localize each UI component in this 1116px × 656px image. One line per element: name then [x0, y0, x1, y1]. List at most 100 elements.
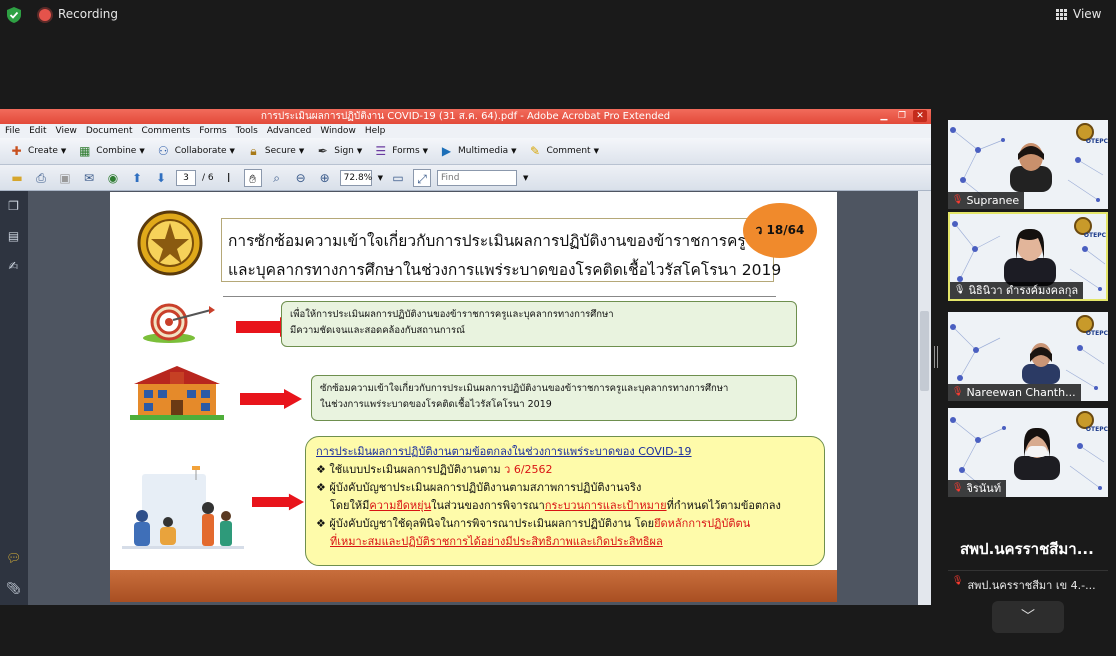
bullet-2: ❖ ผู้บังคับบัญชาประเมินผลการปฏิบัติงานตา… [316, 479, 814, 497]
minimize-icon[interactable]: ▁ [877, 110, 891, 122]
scrollbar-thumb[interactable] [920, 311, 929, 391]
open-folder-icon[interactable]: ▬ [8, 169, 26, 187]
bullet-1-text: ใช้แบบประเมินผลการปฏิบัติงานตาม [329, 463, 501, 476]
hand-tool-icon[interactable]: ✋︎ [243, 168, 262, 187]
menu-advanced[interactable]: Advanced [267, 124, 311, 138]
recording-dot-icon [39, 9, 51, 21]
scroll-down-button[interactable]: ﹀ [992, 601, 1064, 633]
shield-check-icon[interactable] [6, 6, 22, 24]
save-icon[interactable]: ▣ [56, 169, 74, 187]
participant-tile-2-active[interactable]: OTEPC 🎙︎ นิธินิวา ดำรงค์มงคลกุล [948, 212, 1108, 301]
slide-title-line-1: การซักซ้อมความเข้าใจเกี่ยวกับการประเมินผ… [228, 232, 746, 250]
view-label: View [1073, 7, 1102, 21]
red-arrow-icon [240, 389, 302, 409]
lock-icon: 🔒︎ [250, 143, 257, 158]
zoom-dropdown-icon[interactable]: ▼ [378, 174, 383, 182]
menu-tools[interactable]: Tools [236, 124, 258, 138]
participant-tile-1[interactable]: OTEPC 🎙︎ Supranee [948, 120, 1108, 209]
forms-button[interactable]: ☰ Forms ▼ [372, 143, 428, 160]
arrow-down-icon[interactable]: ⬇ [152, 169, 170, 187]
zoom-level-input[interactable]: 72.8% [339, 169, 372, 186]
window-title: การประเมินผลการปฏิบัติงาน COVID-19 (31 ส… [0, 109, 931, 124]
zoom-in-icon[interactable]: ⊕ [316, 169, 334, 187]
navigation-pane: ❐ ▤ ✍ 💬︎ 📎︎ [0, 191, 28, 605]
process-goals-text: กระบวนการและเป้าหมาย [544, 499, 667, 512]
globe-icon[interactable]: ◉ [104, 169, 122, 187]
comments-panel-icon[interactable]: 💬︎ [6, 551, 21, 566]
pages-panel-icon[interactable]: ❐ [6, 199, 21, 214]
menu-comments[interactable]: Comments [142, 124, 191, 138]
combine-button[interactable]: ▦ Combine ▼ [76, 143, 145, 160]
pinned-participant-subtitle: 🎙︎ สพป.นครราชสีมา เข 4.-... [952, 576, 1096, 594]
forms-icon: ☰ [375, 143, 387, 158]
comment-icon: ✎ [529, 143, 541, 158]
participant-tile-4[interactable]: OTEPC 🎙︎ จิรนันท์ [948, 408, 1108, 497]
menu-view[interactable]: View [56, 124, 77, 138]
org-brand-text: OTEPC [1085, 426, 1108, 433]
objective-1-line-2: มีความชัดเจนและสอดคล้องกับสถานการณ์ [290, 325, 465, 336]
fit-width-icon[interactable]: ⤢ [413, 168, 432, 187]
pen-icon: ✒ [317, 143, 328, 158]
diamond-bullet-icon: ❖ [316, 517, 326, 530]
participant-name: นิธินิวา ดำรงค์มงคลกุล [968, 284, 1079, 297]
fit-page-icon[interactable]: ▭ [389, 169, 407, 187]
window-controls: ▁ ❐ ✕ [877, 110, 927, 122]
participant-name-bar: 🎙︎ Nareewan Chanth... [948, 384, 1081, 401]
menu-forms[interactable]: Forms [199, 124, 226, 138]
zoom-out-icon[interactable]: ⊖ [292, 169, 310, 187]
collaborate-button[interactable]: ⚇ Collaborate ▼ [155, 143, 235, 160]
slide-title-line-2: และบุคลากรทางการศึกษาในช่วงการแพร่ระบาดข… [228, 261, 782, 279]
signatures-icon[interactable]: ✍ [6, 259, 21, 274]
bullet-1: ❖ ใช้แบบประเมินผลการปฏิบัติงานตาม ว 6/25… [316, 461, 814, 479]
create-button[interactable]: ✚ Create ▼ [8, 143, 66, 160]
mic-muted-icon: 🎙︎ [952, 387, 964, 397]
participant-name: จิรนันท์ [966, 482, 1002, 495]
secure-button[interactable]: 🔒︎ Secure ▼ [245, 143, 304, 160]
view-button[interactable]: View [1056, 7, 1101, 21]
multimedia-button[interactable]: ▶ Multimedia ▼ [438, 143, 517, 160]
page-number-input[interactable]: 3 [176, 169, 196, 186]
task-toolbar: ✚ Create ▼ ▦ Combine ▼ ⚇ Collaborate ▼ 🔒︎ Secur… [0, 138, 931, 165]
flexibility-text: ความยืดหยุ่น [369, 499, 432, 512]
mic-muted-icon: 🎙︎ [952, 195, 964, 205]
covid-assessment-box: การประเมินผลการปฏิบัติงานตามข้อตกลงในช่ว… [305, 436, 825, 566]
bullet-3-red-1: ยึดหลักการปฏิบัติตน [654, 517, 751, 530]
find-dropdown-icon[interactable]: ▼ [523, 174, 528, 182]
close-icon[interactable]: ✕ [913, 110, 927, 122]
participant-video [1010, 143, 1052, 192]
participant-video [1004, 228, 1056, 286]
bookmarks-icon[interactable]: ▤ [6, 229, 21, 244]
diamond-bullet-icon: ❖ [316, 481, 326, 494]
attachments-icon[interactable]: 📎︎ [6, 581, 21, 596]
participant-name: Supranee [966, 194, 1020, 207]
print-icon[interactable]: ⎙ [32, 169, 50, 187]
recording-label[interactable]: Recording [58, 7, 118, 21]
vertical-scrollbar[interactable] [918, 191, 931, 605]
diamond-bullet-icon: ❖ [316, 463, 326, 476]
zoom-tool-icon[interactable]: ⌕ [268, 169, 286, 187]
find-input[interactable]: Find [437, 169, 518, 186]
select-text-icon[interactable]: I [220, 169, 238, 187]
participant-name-bar: 🎙︎ จิรนันท์ [948, 480, 1007, 497]
participant-video [1022, 343, 1060, 384]
comment-button[interactable]: ✎ Comment ▼ [526, 143, 599, 160]
participant-name-bar: 🎙︎ นิธินิวา ดำรงค์มงคลกุล [950, 282, 1084, 299]
menu-file[interactable]: File [5, 124, 20, 138]
menu-document[interactable]: Document [86, 124, 133, 138]
panel-splitter[interactable] [934, 346, 938, 368]
pinned-participant-name[interactable]: สพป.นครราชสีมา... [960, 537, 1094, 561]
meeting-top-bar: Recording View [0, 0, 1116, 30]
menu-window[interactable]: Window [320, 124, 356, 138]
menu-help[interactable]: Help [365, 124, 386, 138]
restore-icon[interactable]: ❐ [895, 110, 909, 122]
sign-button[interactable]: ✒ Sign ▼ [314, 143, 363, 160]
participant-name: Nareewan Chanth... [966, 386, 1076, 399]
org-brand-text: OTEPC [1083, 232, 1106, 239]
email-icon[interactable]: ✉ [80, 169, 98, 187]
menu-edit[interactable]: Edit [29, 124, 46, 138]
org-brand-text: OTEPC [1085, 138, 1108, 145]
participant-tile-3[interactable]: OTEPC 🎙︎ Nareewan Chanth... [948, 312, 1108, 401]
bullet-2-line-2: โดยให้มีความยืดหยุ่นในส่วนของการพิจารณาก… [330, 499, 781, 512]
arrow-up-icon[interactable]: ⬆ [128, 169, 146, 187]
participant-video [1014, 427, 1060, 480]
